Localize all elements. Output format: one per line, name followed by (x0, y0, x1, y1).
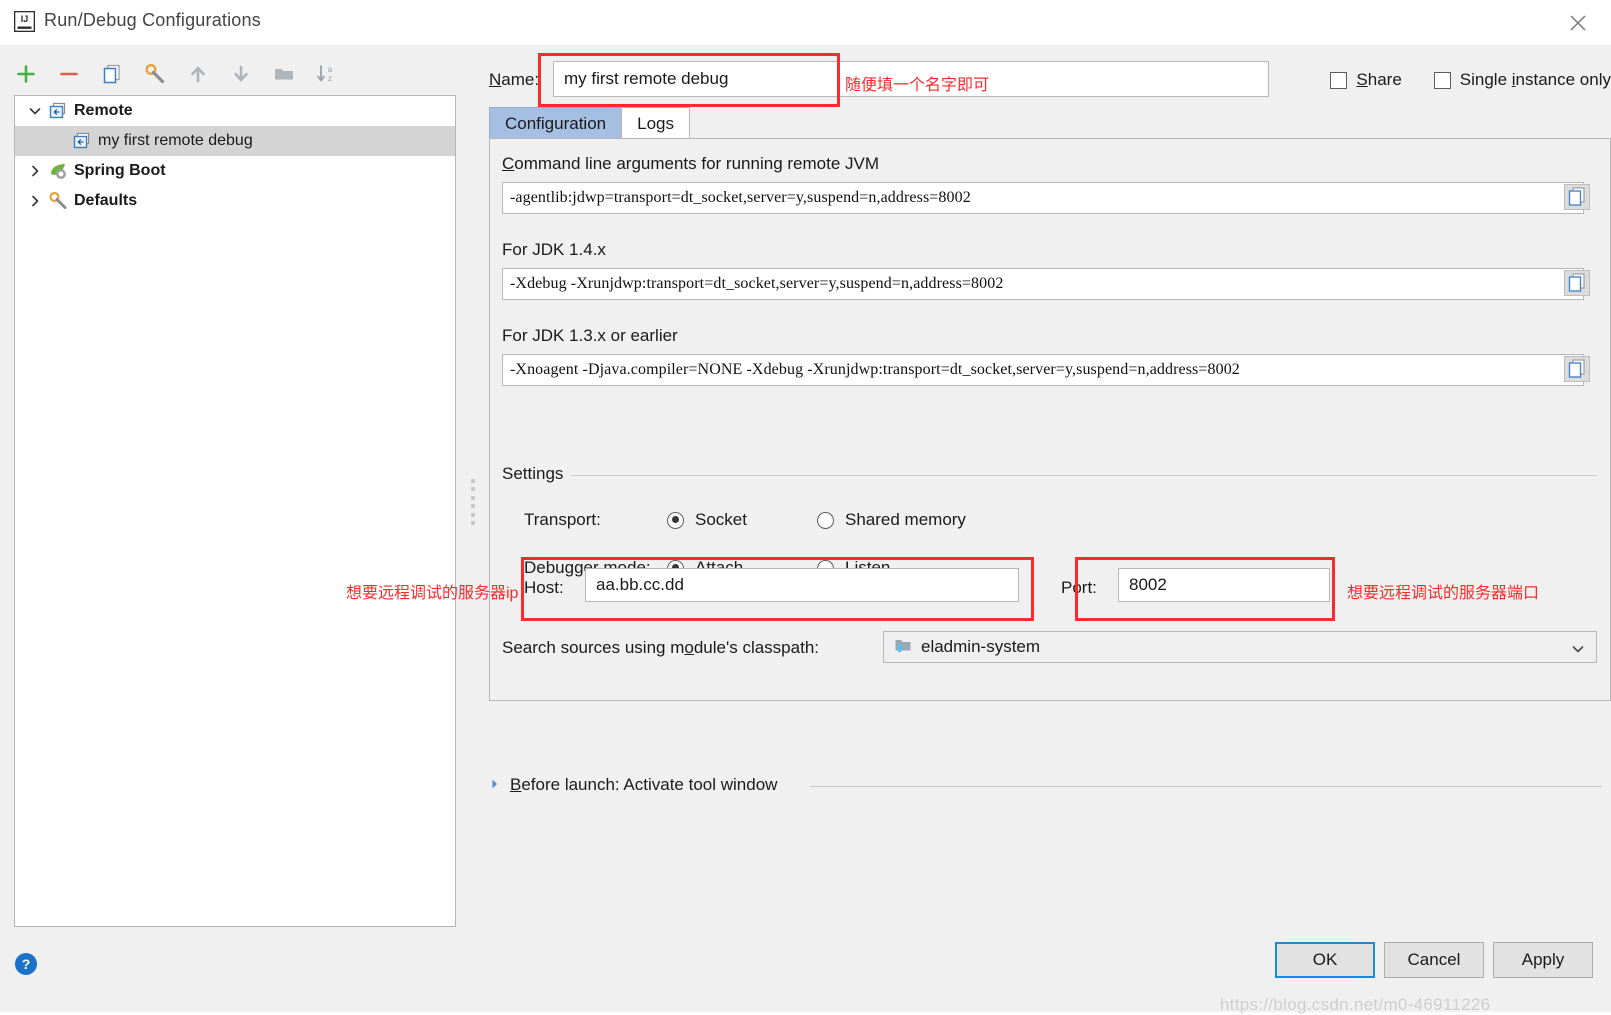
copy-jdk14-args-icon[interactable] (1562, 268, 1592, 298)
remote-config-icon (47, 100, 69, 122)
settings-group-title: Settings (502, 464, 571, 484)
module-icon (894, 636, 912, 658)
copy-icon[interactable] (100, 62, 124, 86)
wrench-icon (47, 190, 69, 212)
checkbox-box (1330, 72, 1347, 89)
copy-jdk13-args-icon[interactable] (1562, 354, 1592, 384)
chevron-right-icon[interactable] (23, 189, 47, 213)
tree-item-label: Remote (74, 102, 133, 120)
chevron-down-icon[interactable] (1571, 642, 1585, 660)
configurations-tree[interactable]: Remote my first remote debug (14, 95, 456, 927)
configurations-panel: a z Remote (0, 45, 470, 965)
radio-mark (817, 512, 834, 529)
port-input[interactable]: 8002 (1118, 568, 1330, 602)
editor-tabs: Configuration Logs (489, 107, 689, 139)
apply-button[interactable]: Apply (1493, 942, 1593, 978)
window-title: Run/Debug Configurations (44, 10, 261, 31)
before-launch-section[interactable]: Before launch: Activate tool window (489, 775, 777, 795)
jdk14-label: For JDK 1.4.x (502, 240, 606, 260)
configuration-editor-panel: Name: 随便填一个名字即可 Share Single instance on… (480, 45, 1611, 965)
share-checkbox-label: Share (1356, 70, 1401, 90)
settings-group-rule (502, 475, 1597, 476)
tree-item-my-first-remote-debug[interactable]: my first remote debug (15, 126, 455, 156)
svg-text:z: z (328, 74, 332, 83)
configuration-tab-panel: Command line arguments for running remot… (489, 138, 1611, 701)
ok-button[interactable]: OK (1275, 942, 1375, 978)
splitter-handle[interactable] (469, 477, 477, 527)
transport-option-socket-label: Socket (695, 510, 747, 530)
classpath-label: Search sources using module's classpath: (502, 638, 819, 658)
host-input[interactable]: aa.bb.cc.dd (585, 568, 1019, 602)
tab-logs[interactable]: Logs (621, 107, 690, 139)
transport-option-socket[interactable]: Socket (667, 510, 817, 530)
jvm-args-field[interactable]: -agentlib:jdwp=transport=dt_socket,serve… (502, 182, 1584, 214)
tree-item-label: Defaults (74, 192, 137, 210)
cancel-button[interactable]: Cancel (1384, 942, 1484, 978)
help-icon[interactable]: ? (14, 952, 38, 976)
host-label: Host: (524, 578, 564, 598)
copy-jvm-args-icon[interactable] (1562, 182, 1592, 212)
tree-item-spring-boot[interactable]: Spring Boot (15, 156, 455, 186)
svg-text:IJ: IJ (21, 14, 29, 24)
arrow-up-icon[interactable] (186, 62, 210, 86)
port-annotation: 想要远程调试的服务器端口 (1347, 579, 1539, 603)
name-row: Name: 随便填一个名字即可 Share Single instance on… (480, 58, 1611, 104)
spring-boot-icon (47, 160, 69, 182)
transport-label: Transport: (524, 510, 667, 530)
folder-icon[interactable] (272, 62, 296, 86)
tab-configuration[interactable]: Configuration (489, 107, 622, 139)
svg-text:a: a (328, 65, 333, 74)
dialog-buttons: OK Cancel Apply (1275, 942, 1593, 978)
host-annotation: 想要远程调试的服务器ip (346, 579, 518, 603)
dialog-body: a z Remote (0, 45, 1611, 1012)
jdk13-label: For JDK 1.3.x or earlier (502, 326, 678, 346)
remote-config-icon (71, 130, 93, 152)
classpath-module-combobox[interactable]: eladmin-system (883, 631, 1597, 663)
single-instance-only-checkbox[interactable]: Single instance only (1434, 70, 1611, 90)
tree-item-defaults[interactable]: Defaults (15, 186, 455, 216)
classpath-row: Search sources using module's classpath:… (502, 631, 1597, 665)
name-label-mnemonic: N (489, 70, 501, 89)
name-label-rest: ame: (501, 70, 539, 89)
share-checkbox[interactable]: Share (1330, 70, 1401, 90)
title-bar: IJ Run/Debug Configurations (0, 0, 1611, 46)
name-label: Name: (489, 70, 539, 90)
transport-option-shared-memory-label: Shared memory (845, 510, 966, 530)
tree-item-label: Spring Boot (74, 162, 166, 180)
transport-row: Transport: Socket Shared memory (524, 507, 966, 533)
plus-icon[interactable] (14, 62, 38, 86)
intellij-idea-icon: IJ (14, 11, 35, 32)
radio-mark (667, 512, 684, 529)
svg-text:?: ? (22, 956, 31, 972)
single-instance-checkbox-label: Single instance only (1460, 70, 1611, 90)
name-annotation: 随便填一个名字即可 (845, 71, 989, 95)
tree-toolbar: a z (14, 57, 339, 91)
minus-icon[interactable] (57, 62, 81, 86)
checkbox-group: Share Single instance only (1330, 70, 1611, 90)
jvm-args-label: Command line arguments for running remot… (502, 154, 879, 174)
close-icon[interactable] (1567, 12, 1589, 34)
classpath-module-value: eladmin-system (921, 637, 1040, 657)
chevron-right-icon[interactable] (23, 159, 47, 183)
checkbox-box (1434, 72, 1451, 89)
chevron-right-icon[interactable] (489, 775, 501, 795)
transport-option-shared-memory[interactable]: Shared memory (817, 510, 966, 530)
arrow-down-icon[interactable] (229, 62, 253, 86)
sort-alpha-icon[interactable]: a z (315, 62, 339, 86)
tree-item-label: my first remote debug (98, 132, 253, 150)
watermark: https://blog.csdn.net/m0-46911226 (1220, 995, 1490, 1015)
wrench-icon[interactable] (143, 62, 167, 86)
jdk14-args-field[interactable]: -Xdebug -Xrunjdwp:transport=dt_socket,se… (502, 268, 1584, 300)
jdk13-args-field[interactable]: -Xnoagent -Djava.compiler=NONE -Xdebug -… (502, 354, 1584, 386)
panel-splitter[interactable] (466, 45, 480, 965)
before-launch-rule (810, 786, 1602, 787)
chevron-down-icon[interactable] (23, 99, 47, 123)
before-launch-label: Before launch: Activate tool window (510, 775, 777, 795)
tree-item-remote[interactable]: Remote (15, 96, 455, 126)
port-label: Port: (1061, 578, 1097, 598)
